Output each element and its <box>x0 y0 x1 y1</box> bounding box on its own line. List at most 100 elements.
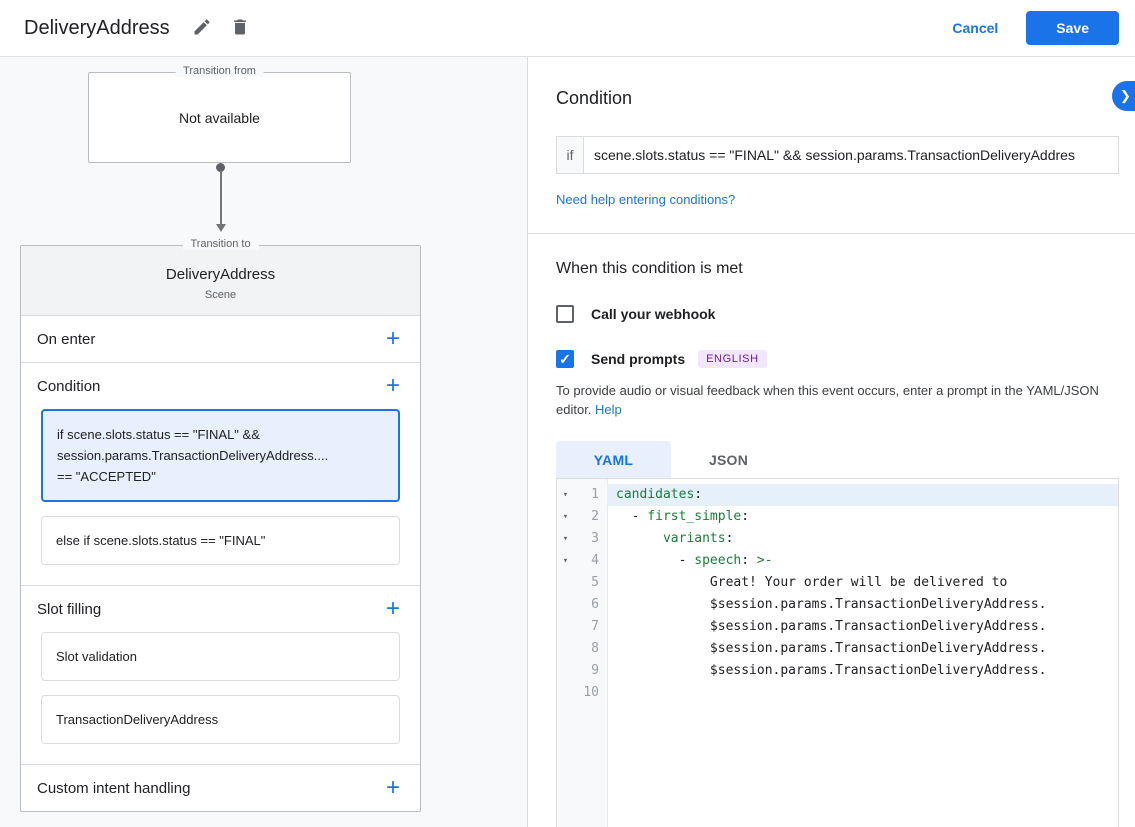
condition-input-row: if <box>556 136 1119 174</box>
panel-title: Condition <box>556 88 1119 109</box>
condition-help-row: Need help entering conditions? <box>556 191 1119 209</box>
delete-button[interactable] <box>226 13 254 44</box>
chevron-right-icon: ❯ <box>1120 88 1131 104</box>
condition-line-1: if scene.slots.status == "FINAL" && <box>57 424 384 445</box>
edit-button[interactable] <box>188 13 216 44</box>
scene-card: Transition to DeliveryAddress Scene On e… <box>20 245 421 812</box>
editor-line[interactable]: ▾3 variants: <box>557 528 1118 550</box>
editor-line[interactable]: 5 Great! Your order will be delivered to <box>557 572 1118 594</box>
line-number: 1 <box>574 484 607 506</box>
transition-from-value: Not available <box>179 110 260 126</box>
code-text[interactable]: $session.params.TransactionDeliveryAddre… <box>607 638 1118 660</box>
condition-help-link[interactable]: Need help entering conditions? <box>556 192 735 207</box>
add-custom-intent-button[interactable]: + <box>382 779 404 797</box>
save-button[interactable]: Save <box>1026 11 1119 45</box>
editor-gutter: 6 <box>557 594 607 616</box>
add-slot-button[interactable]: + <box>382 600 404 618</box>
custom-intent-row: Custom intent handling + <box>21 765 420 811</box>
editor-line[interactable]: ▾2 - first_simple: <box>557 506 1118 528</box>
line-number: 10 <box>574 682 607 704</box>
editor-tabs: YAML JSON <box>556 441 1119 478</box>
add-on-enter-button[interactable]: + <box>382 330 404 348</box>
prompt-help-link[interactable]: Help <box>595 402 622 417</box>
line-number: 7 <box>574 616 607 638</box>
code-text[interactable]: $session.params.TransactionDeliveryAddre… <box>607 594 1118 616</box>
editor-gutter: ▾1 <box>557 484 607 506</box>
prompt-help-text: To provide audio or visual feedback when… <box>556 381 1119 419</box>
checkmark-icon: ✓ <box>559 352 571 366</box>
on-enter-row[interactable]: On enter + <box>21 316 420 362</box>
fold-collapse-icon[interactable]: ▾ <box>557 506 574 528</box>
editor-line[interactable]: ▾1candidates: <box>557 484 1118 506</box>
slot-filling-section: Slot filling + Slot validation Transacti… <box>21 585 420 764</box>
main-body: Transition from Not available Transition… <box>0 57 1135 827</box>
flow-diagram-pane: Transition from Not available Transition… <box>0 57 528 827</box>
editor-gutter: 10 <box>557 682 607 704</box>
condition-line-2: session.params.TransactionDeliveryAddres… <box>57 445 384 466</box>
line-number: 6 <box>574 594 607 616</box>
cancel-button[interactable]: Cancel <box>952 20 998 36</box>
code-text[interactable]: candidates: <box>607 484 1118 506</box>
call-webhook-checkbox[interactable] <box>556 305 574 323</box>
condition-item-else[interactable]: else if scene.slots.status == "FINAL" <box>41 516 400 565</box>
transition-from-box[interactable]: Transition from Not available <box>88 72 351 163</box>
editor-line[interactable]: 8 $session.params.TransactionDeliveryAdd… <box>557 638 1118 660</box>
fold-collapse-icon[interactable]: ▾ <box>557 550 574 572</box>
editor-gutter: 8 <box>557 638 607 660</box>
code-text[interactable]: - first_simple: <box>607 506 1118 528</box>
code-text[interactable]: $session.params.TransactionDeliveryAddre… <box>607 660 1118 682</box>
code-text[interactable]: $session.params.TransactionDeliveryAddre… <box>607 616 1118 638</box>
fold-collapse-icon[interactable]: ▾ <box>557 528 574 550</box>
line-number: 5 <box>574 572 607 594</box>
line-number: 2 <box>574 506 607 528</box>
add-condition-button[interactable]: + <box>382 377 404 395</box>
transition-to-label: Transition to <box>182 238 258 250</box>
pencil-icon <box>192 17 212 40</box>
line-number: 4 <box>574 550 607 572</box>
call-webhook-label: Call your webhook <box>591 306 715 322</box>
send-prompts-row: ✓ Send prompts ENGLISH <box>556 350 1119 368</box>
condition-section: Condition + if scene.slots.status == "FI… <box>21 362 420 585</box>
line-number: 9 <box>574 660 607 682</box>
send-prompts-label: Send prompts <box>591 351 685 367</box>
fold-collapse-icon[interactable]: ▾ <box>557 484 574 506</box>
condition-item-selected[interactable]: if scene.slots.status == "FINAL" && sess… <box>41 409 400 502</box>
when-met-title: When this condition is met <box>556 260 1119 278</box>
scene-name: DeliveryAddress <box>21 266 420 283</box>
transition-arrow <box>215 163 226 232</box>
arrow-dot <box>216 163 225 172</box>
editor-line[interactable]: 9 $session.params.TransactionDeliveryAdd… <box>557 660 1118 682</box>
arrow-head-icon <box>216 224 226 232</box>
send-prompts-checkbox[interactable]: ✓ <box>556 350 574 368</box>
header: DeliveryAddress Cancel Save <box>0 0 1135 57</box>
condition-detail-pane: ❯ Condition if Need help entering condit… <box>528 57 1135 827</box>
slot-filling-label: Slot filling <box>37 601 101 618</box>
editor-line[interactable]: 6 $session.params.TransactionDeliveryAdd… <box>557 594 1118 616</box>
page-title: DeliveryAddress <box>24 17 170 40</box>
app-window: DeliveryAddress Cancel Save Transition f… <box>0 0 1135 827</box>
line-number: 8 <box>574 638 607 660</box>
tab-json[interactable]: JSON <box>671 441 786 478</box>
code-text[interactable]: - speech: >- <box>607 550 1118 572</box>
editor-gutter: ▾4 <box>557 550 607 572</box>
scene-card-header[interactable]: DeliveryAddress Scene <box>21 246 420 316</box>
editor-line[interactable]: 10 <box>557 682 1118 704</box>
code-text[interactable] <box>607 682 1118 704</box>
collapse-panel-button[interactable]: ❯ <box>1112 81 1135 111</box>
code-text[interactable]: Great! Your order will be delivered to <box>607 572 1118 594</box>
tab-yaml[interactable]: YAML <box>556 441 671 478</box>
slot-validation-item[interactable]: Slot validation <box>41 632 400 681</box>
panel-divider <box>528 233 1135 234</box>
slot-filling-row: Slot filling + <box>21 586 420 632</box>
editor-line[interactable]: 7 $session.params.TransactionDeliveryAdd… <box>557 616 1118 638</box>
custom-intent-section: Custom intent handling + <box>21 764 420 811</box>
editor-line[interactable]: ▾4 - speech: >- <box>557 550 1118 572</box>
editor-gutter: 9 <box>557 660 607 682</box>
trash-icon <box>230 17 250 40</box>
condition-input[interactable] <box>583 136 1119 174</box>
slot-item[interactable]: TransactionDeliveryAddress <box>41 695 400 744</box>
condition-section-label: Condition <box>37 378 100 395</box>
code-text[interactable]: variants: <box>607 528 1118 550</box>
condition-line-3: == "ACCEPTED" <box>57 466 384 487</box>
code-editor[interactable]: ▾1candidates:▾2 - first_simple:▾3 varian… <box>556 478 1119 827</box>
